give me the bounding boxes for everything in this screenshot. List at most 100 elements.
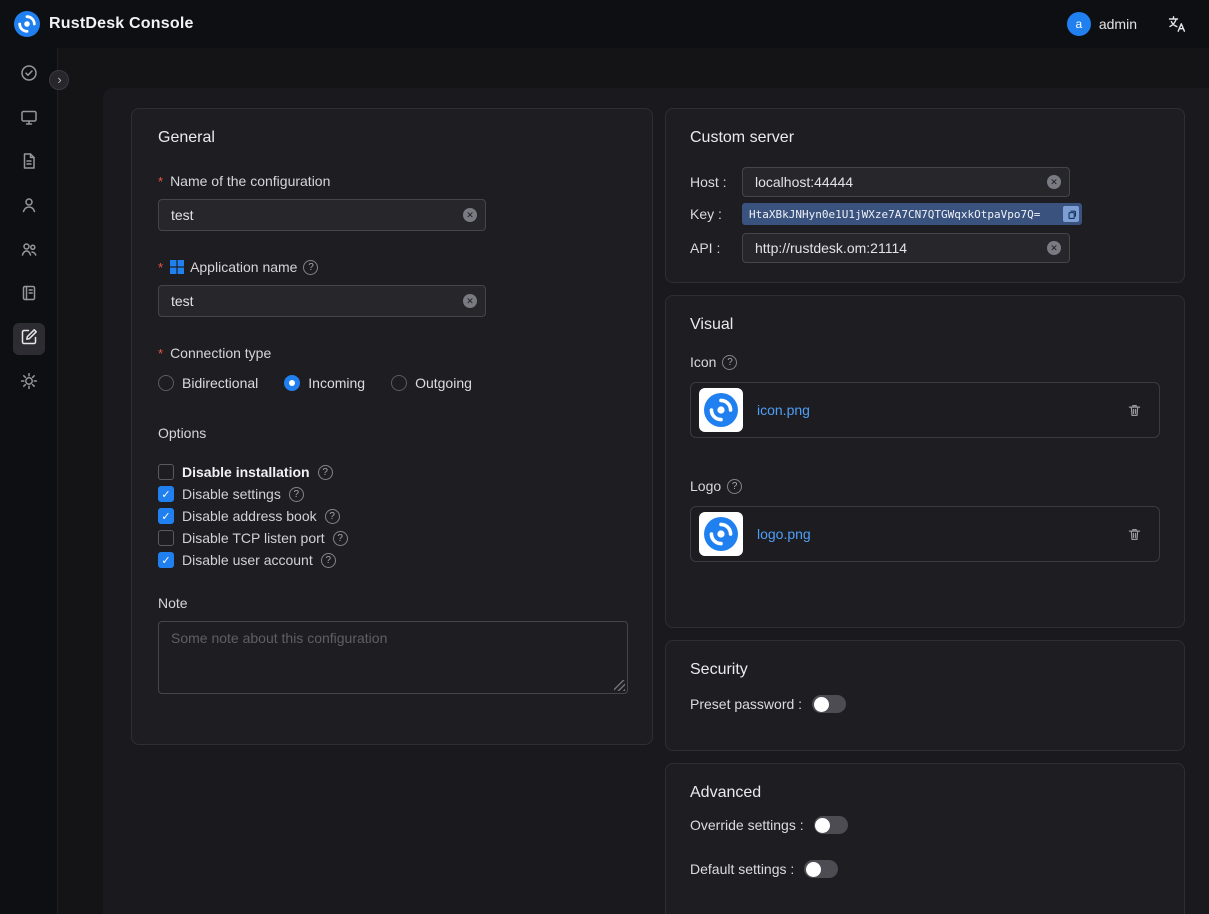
- clear-icon[interactable]: [1047, 175, 1061, 189]
- note-label: Note: [158, 595, 626, 611]
- checkbox-row-disable-settings[interactable]: Disable settings: [158, 483, 626, 505]
- trash-icon[interactable]: [1126, 526, 1143, 543]
- sidebar-item-documents[interactable]: [13, 147, 45, 179]
- clear-icon[interactable]: [463, 208, 477, 222]
- radio-incoming[interactable]: Incoming: [284, 375, 365, 391]
- toggle-knob: [814, 697, 829, 712]
- audit-log-icon: [19, 283, 39, 308]
- rustdesk-console-app: RustDesk Console a admin: [0, 0, 1209, 914]
- host-input[interactable]: [742, 167, 1070, 197]
- sidebar-item-devices[interactable]: [13, 103, 45, 135]
- icon-file-link[interactable]: icon.png: [757, 402, 1112, 418]
- content-panel: General Name of the configuration Applic…: [103, 88, 1209, 914]
- toggle-knob: [806, 862, 821, 877]
- checkbox-row-disable-tcp-listen-port[interactable]: Disable TCP listen port: [158, 527, 626, 549]
- disable-settings-checkbox[interactable]: [158, 486, 174, 502]
- radio-control[interactable]: [391, 375, 407, 391]
- icon-label: Icon: [690, 354, 716, 370]
- default-settings-toggle[interactable]: [804, 860, 838, 878]
- sidebar-item-audit-log[interactable]: [13, 279, 45, 311]
- disable-installation-checkbox[interactable]: [158, 464, 174, 480]
- right-column: Custom server Host : Key : HtaXBkJNHyn0e…: [665, 108, 1185, 914]
- checkbox-label: Disable installation: [182, 464, 310, 480]
- disable-user-account-checkbox[interactable]: [158, 552, 174, 568]
- host-input-wrap: [742, 167, 1070, 197]
- checkbox-label: Disable user account: [182, 552, 313, 568]
- clear-icon[interactable]: [1047, 241, 1061, 255]
- logo-label-row: Logo: [690, 478, 1160, 494]
- header-right: a admin: [1067, 12, 1187, 36]
- note-textarea[interactable]: [158, 621, 628, 694]
- radio-outgoing[interactable]: Outgoing: [391, 375, 472, 391]
- help-icon[interactable]: [325, 509, 340, 524]
- copy-icon[interactable]: [1063, 206, 1079, 222]
- help-icon[interactable]: [289, 487, 304, 502]
- connection-type-label: Connection type: [170, 345, 271, 361]
- translate-icon[interactable]: [1167, 14, 1187, 34]
- checkbox-label: Disable settings: [182, 486, 281, 502]
- preset-password-row: Preset password :: [690, 695, 1160, 713]
- status-icon: [19, 63, 39, 88]
- visual-card: Visual Icon icon.png Logo: [665, 295, 1185, 628]
- key-label: Key :: [690, 206, 742, 222]
- app-name-input[interactable]: [158, 285, 486, 317]
- api-input-wrap: [742, 233, 1070, 263]
- sidebar-item-groups[interactable]: [13, 235, 45, 267]
- required-asterisk: [158, 259, 164, 275]
- required-asterisk: [158, 173, 164, 189]
- app-name-label-row: Application name: [158, 259, 626, 275]
- sidebar-item-settings[interactable]: [13, 367, 45, 399]
- username-label[interactable]: admin: [1099, 16, 1137, 32]
- visual-title: Visual: [690, 316, 1160, 334]
- help-icon[interactable]: [303, 260, 318, 275]
- logo-thumbnail: [699, 512, 743, 556]
- checkbox-label: Disable TCP listen port: [182, 530, 325, 546]
- help-icon[interactable]: [722, 355, 737, 370]
- config-name-input-wrap: [158, 199, 486, 231]
- radio-bidirectional[interactable]: Bidirectional: [158, 375, 258, 391]
- sidebar-item-custom-clients[interactable]: [13, 323, 45, 355]
- windows-icon: [170, 260, 184, 274]
- general-card: General Name of the configuration Applic…: [131, 108, 653, 745]
- note-label-text: Note: [158, 595, 188, 611]
- api-row: API :: [690, 233, 1160, 263]
- key-row: Key : HtaXBkJNHyn0e1U1jWXze7A7CN7QTGWqxk…: [690, 203, 1160, 225]
- override-settings-row: Override settings :: [690, 816, 1160, 834]
- host-row: Host :: [690, 167, 1160, 197]
- trash-icon[interactable]: [1126, 402, 1143, 419]
- help-icon[interactable]: [321, 553, 336, 568]
- security-title: Security: [690, 661, 1160, 679]
- logo-file-link[interactable]: logo.png: [757, 526, 1112, 542]
- sidebar-item-users[interactable]: [13, 191, 45, 223]
- api-input[interactable]: [742, 233, 1070, 263]
- sidebar-expand-button[interactable]: ›: [49, 70, 69, 90]
- sidebar: [0, 48, 58, 914]
- security-card: Security Preset password :: [665, 640, 1185, 751]
- checkbox-row-disable-address-book[interactable]: Disable address book: [158, 505, 626, 527]
- preset-password-toggle[interactable]: [812, 695, 846, 713]
- default-settings-row: Default settings :: [690, 860, 1160, 878]
- checkbox-row-disable-installation[interactable]: Disable installation: [158, 461, 626, 483]
- radio-control[interactable]: [158, 375, 174, 391]
- documents-icon: [19, 151, 39, 176]
- advanced-title: Advanced: [690, 784, 1160, 802]
- checkbox-label: Disable address book: [182, 508, 317, 524]
- help-icon[interactable]: [318, 465, 333, 480]
- help-icon[interactable]: [727, 479, 742, 494]
- custom-clients-icon: [19, 327, 39, 352]
- user-avatar[interactable]: a: [1067, 12, 1091, 36]
- radio-control[interactable]: [284, 375, 300, 391]
- clear-icon[interactable]: [463, 294, 477, 308]
- sidebar-item-status[interactable]: [13, 59, 45, 91]
- host-label: Host :: [690, 174, 742, 190]
- disable-tcp-listen-port-checkbox[interactable]: [158, 530, 174, 546]
- checkbox-row-disable-user-account[interactable]: Disable user account: [158, 549, 626, 571]
- connection-type-radio-group: Bidirectional Incoming Outgoing: [158, 375, 626, 391]
- resize-grip[interactable]: [614, 680, 625, 691]
- config-name-input[interactable]: [158, 199, 486, 231]
- disable-address-book-checkbox[interactable]: [158, 508, 174, 524]
- custom-server-title: Custom server: [690, 129, 1160, 147]
- override-settings-toggle[interactable]: [814, 816, 848, 834]
- help-icon[interactable]: [333, 531, 348, 546]
- advanced-card: Advanced Override settings : Default set…: [665, 763, 1185, 914]
